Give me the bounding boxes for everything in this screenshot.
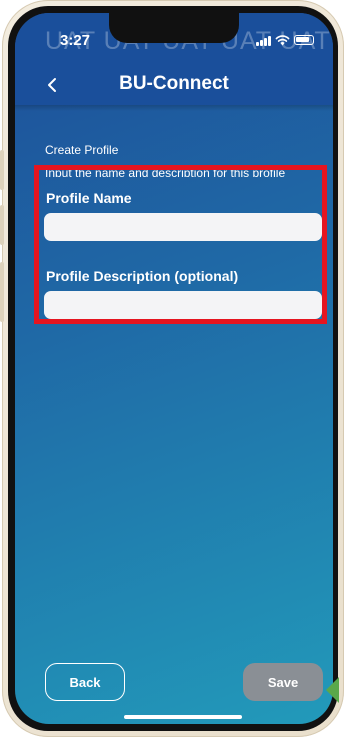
highlight-annotation-box bbox=[34, 165, 327, 324]
back-button[interactable]: Back bbox=[45, 663, 125, 701]
phone-side-button bbox=[0, 262, 4, 322]
home-indicator bbox=[124, 715, 242, 719]
annotation-arrow-icon bbox=[326, 677, 339, 703]
phone-side-button bbox=[0, 150, 4, 190]
save-button[interactable]: Save bbox=[243, 663, 323, 701]
camera-notch bbox=[109, 13, 239, 43]
page: UAT UAT UAT UAT UAT 3:27 BU-Connect Crea… bbox=[0, 0, 348, 737]
app-screen: UAT UAT UAT UAT UAT 3:27 BU-Connect Crea… bbox=[15, 13, 333, 724]
wifi-icon bbox=[275, 35, 290, 46]
status-time: 3:27 bbox=[60, 32, 91, 49]
app-header: UAT UAT UAT UAT UAT 3:27 BU-Connect bbox=[15, 13, 333, 111]
status-icons bbox=[256, 33, 314, 47]
phone-side-button bbox=[0, 205, 4, 245]
cellular-signal-icon bbox=[256, 35, 271, 46]
header-title: BU-Connect bbox=[119, 73, 229, 94]
battery-icon bbox=[294, 35, 314, 45]
section-title: Create Profile bbox=[45, 143, 119, 157]
